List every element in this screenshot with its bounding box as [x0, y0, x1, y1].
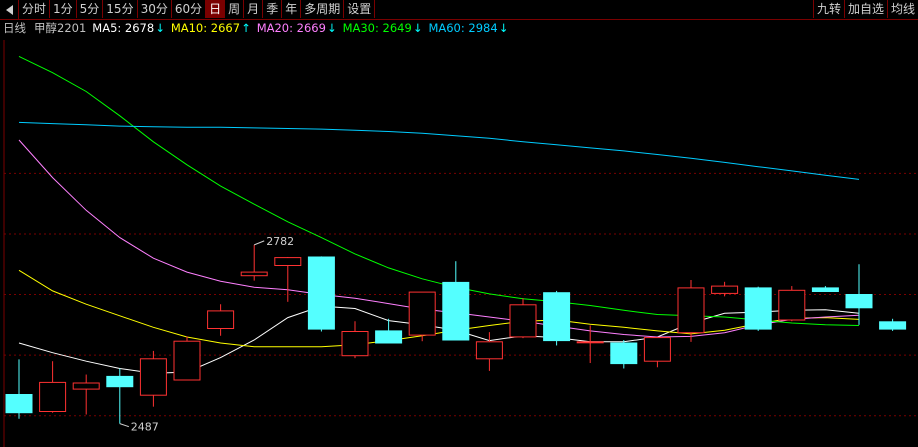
candle-23 — [778, 286, 806, 322]
candle-body — [240, 271, 268, 277]
candle-body — [341, 331, 369, 357]
annotation-leader-0 — [254, 240, 265, 246]
ma-line-ma30 — [18, 55, 860, 326]
candle-5 — [173, 336, 201, 381]
candle-4 — [139, 350, 167, 407]
annotation-leader-1 — [119, 423, 129, 428]
candle-18 — [610, 340, 638, 369]
candle-body — [744, 287, 772, 330]
candle-body — [307, 256, 335, 330]
candle-body — [879, 321, 907, 330]
candle-body — [576, 341, 604, 344]
candle-body — [610, 342, 638, 365]
candle-6 — [207, 304, 235, 336]
candle-body — [207, 310, 235, 329]
candle-body — [811, 287, 839, 292]
candle-9 — [307, 256, 335, 332]
candle-body — [274, 257, 302, 267]
candle-body — [139, 358, 167, 396]
candle-body — [375, 330, 403, 344]
candle-body — [442, 281, 470, 341]
candle-0 — [5, 359, 33, 419]
candle-13 — [442, 261, 470, 341]
candle-body — [39, 381, 67, 412]
candle-7 — [240, 244, 268, 281]
candle-15 — [509, 298, 537, 339]
candle-10 — [341, 321, 369, 359]
ma-line-ma60 — [18, 121, 860, 180]
candle-body — [475, 341, 503, 360]
ma-line-ma20 — [18, 139, 860, 338]
candle-body — [72, 382, 100, 390]
candle-body — [543, 292, 571, 342]
candle-body — [845, 294, 873, 309]
candle-1 — [39, 361, 67, 413]
candle-body — [509, 304, 537, 338]
candle-2 — [72, 374, 100, 415]
candle-11 — [375, 318, 403, 344]
candle-17 — [576, 325, 604, 364]
candle-16 — [543, 290, 571, 346]
annotation-label-0: 2782 — [266, 235, 294, 248]
candle-body — [408, 291, 436, 336]
candle-body — [643, 337, 671, 362]
ma-line-ma10 — [18, 269, 860, 348]
candle-body — [711, 285, 739, 294]
candle-26 — [879, 318, 907, 331]
candle-12 — [408, 291, 436, 342]
candle-20 — [677, 280, 705, 342]
candle-body — [5, 394, 33, 414]
candle-22 — [744, 286, 772, 331]
candle-body — [778, 289, 806, 321]
annotation-label-1: 2487 — [131, 421, 159, 434]
candle-body — [677, 287, 705, 334]
candle-24 — [811, 286, 839, 292]
kline-chart[interactable]: 2782 2487 — [0, 0, 918, 447]
candle-19 — [643, 337, 671, 368]
candle-8 — [274, 256, 302, 302]
candle-body — [173, 340, 201, 381]
candle-body — [106, 375, 134, 388]
